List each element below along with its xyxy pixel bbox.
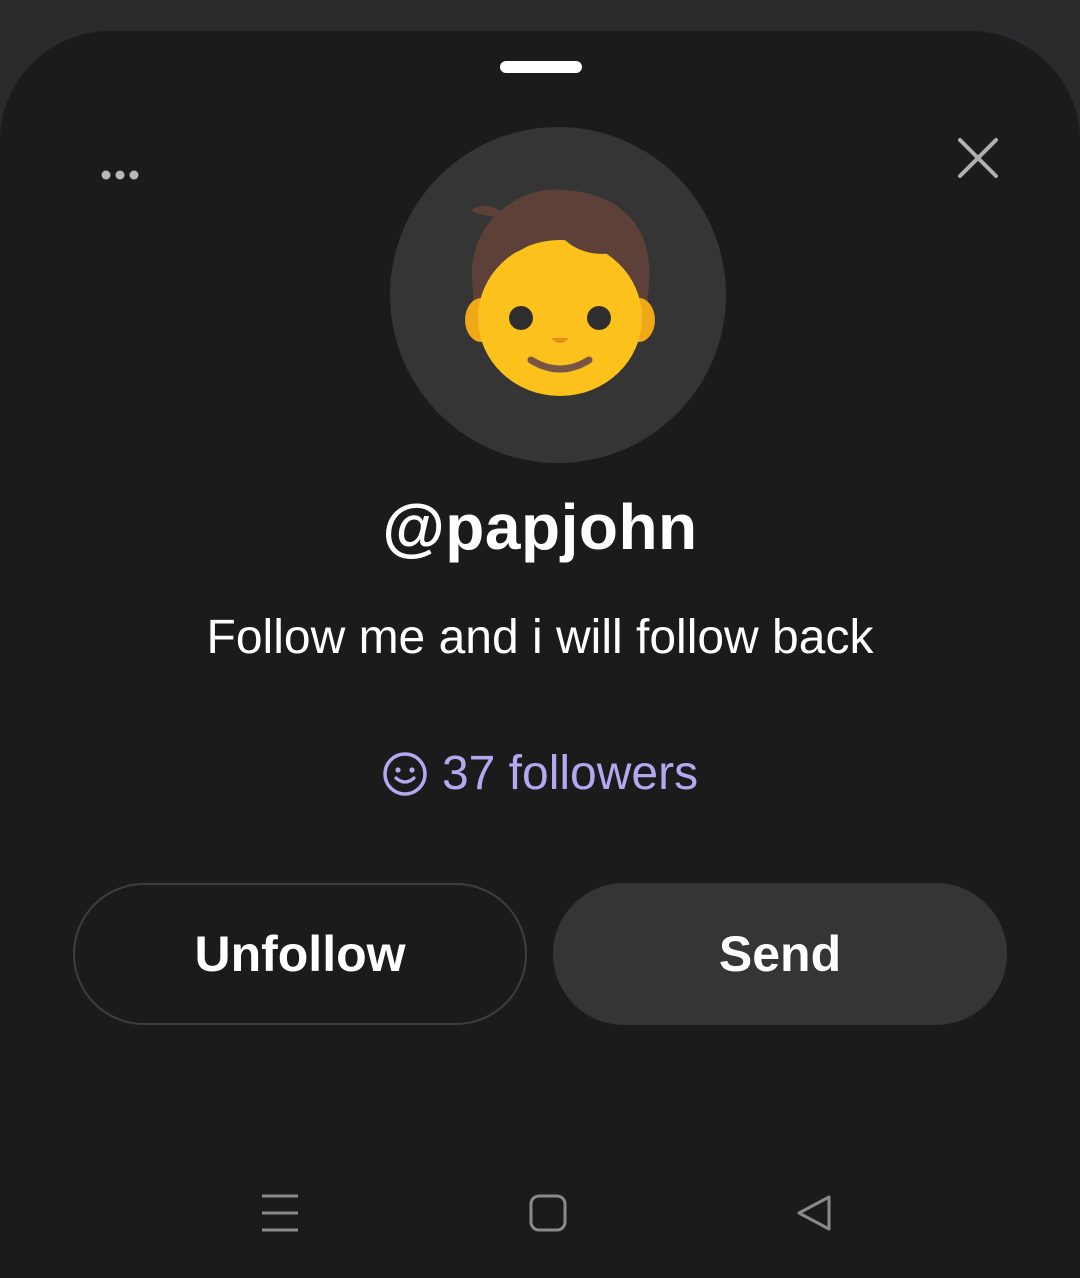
nav-recents-button[interactable] <box>250 1188 310 1238</box>
smiley-icon <box>383 751 427 796</box>
nav-back-button[interactable] <box>784 1188 844 1238</box>
followers-count[interactable]: 37 followers <box>0 746 1080 801</box>
system-navigation-bar <box>0 1170 1080 1260</box>
followers-label: 37 followers <box>441 747 699 800</box>
unfollow-label: Unfollow <box>194 926 406 982</box>
profile-bio: Follow me and i will follow back <box>206 611 874 664</box>
nav-home-button[interactable] <box>518 1188 578 1238</box>
send-label: Send <box>718 926 842 982</box>
child-emoji-avatar <box>465 189 655 396</box>
square-icon <box>529 1194 567 1232</box>
drag-handle[interactable] <box>500 61 582 73</box>
triangle-back-icon <box>797 1195 831 1231</box>
more-options-button[interactable] <box>92 150 148 200</box>
unfollow-button[interactable]: Unfollow <box>73 883 527 1025</box>
avatar <box>390 127 726 463</box>
more-horizontal-icon <box>101 170 139 180</box>
username: @papjohn <box>382 491 698 563</box>
menu-lines-icon <box>262 1194 298 1232</box>
close-icon <box>958 138 998 178</box>
send-button[interactable]: Send <box>553 883 1007 1025</box>
close-button[interactable] <box>948 128 1008 188</box>
